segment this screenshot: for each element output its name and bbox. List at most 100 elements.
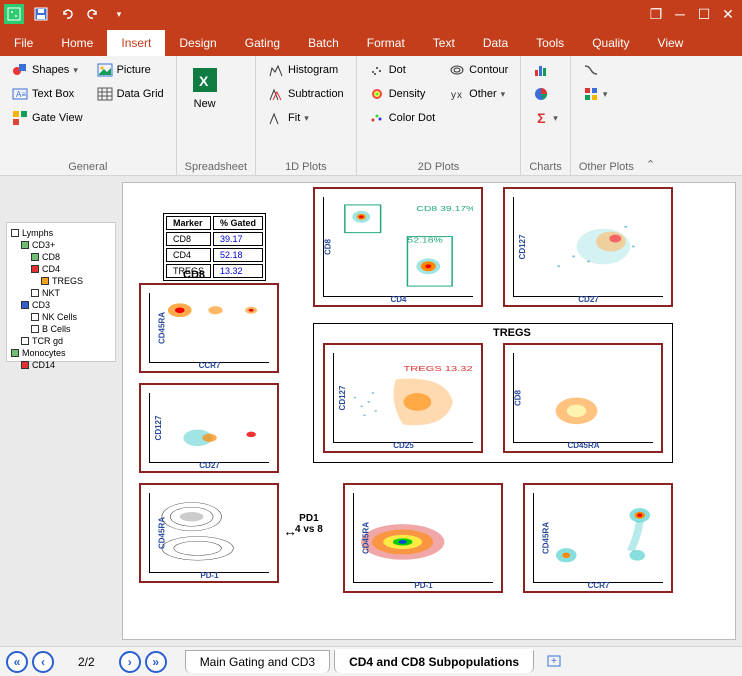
workspace: LymphsCD3+CD8CD4TREGSNKTCD3NK CellsB Cel… [0, 176, 742, 646]
grid-plot-button[interactable]: ▾ [579, 84, 612, 104]
datagrid-icon [97, 86, 113, 102]
add-tab-icon: + [546, 652, 562, 668]
plot-cd45ra-cd8[interactable]: CD8 CD45RA [503, 343, 663, 453]
grid-icon [583, 86, 599, 102]
add-layout-button[interactable]: + [538, 650, 570, 673]
tree-item-label: Monocytes [22, 347, 66, 359]
fit-icon [268, 110, 284, 126]
ribbon-collapse-icon[interactable]: ⌃ [642, 154, 659, 175]
bar-chart-button[interactable] [529, 60, 562, 80]
tab-home[interactable]: Home [47, 30, 107, 56]
axis-x: CCR7 [588, 581, 610, 590]
textbox-button[interactable]: A≡ Text Box [8, 84, 87, 104]
fit-button[interactable]: Fit ▾ [264, 108, 348, 128]
tree-item[interactable]: NK Cells [11, 311, 111, 323]
colordot-button[interactable]: Color Dot [365, 108, 439, 128]
pie-chart-icon [533, 86, 549, 102]
layout-tab-1[interactable]: Main Gating and CD3 [185, 650, 330, 673]
tree-color-icon [21, 361, 29, 369]
heading-cd8: CD8 [183, 269, 205, 281]
nav-next-button[interactable]: › [119, 651, 141, 673]
other-2d-button[interactable]: yx Other ▾ [445, 84, 512, 104]
dot-button[interactable]: Dot [365, 60, 439, 80]
tab-file[interactable]: File [0, 30, 47, 56]
tab-data[interactable]: Data [469, 30, 522, 56]
plot-ccr7-cd45ra-1[interactable]: CD45RA CCR7 [139, 283, 279, 373]
tree-item[interactable]: CD3 [11, 299, 111, 311]
tree-item[interactable]: Monocytes [11, 347, 111, 359]
axis-x: CCR7 [199, 361, 221, 370]
tree-item-label: NKT [42, 287, 60, 299]
tab-batch[interactable]: Batch [294, 30, 353, 56]
tree-item[interactable]: B Cells [11, 323, 111, 335]
plot-pd1-cd45ra-density[interactable]: CD45RA PD-1 [343, 483, 503, 593]
undo-icon[interactable] [58, 5, 76, 23]
cell: CD8 [166, 232, 211, 246]
plot-ccr7-cd45ra-2[interactable]: CD45RA CCR7 [523, 483, 673, 593]
tab-tools[interactable]: Tools [522, 30, 578, 56]
qat-dropdown-icon[interactable]: ▾ [110, 5, 128, 23]
ribbon-display-icon[interactable]: ❐ [646, 4, 666, 24]
page-indicator: 2/2 [58, 655, 115, 669]
nav-first-button[interactable]: « [6, 651, 28, 673]
new-spreadsheet-button[interactable]: X New [185, 60, 225, 114]
tab-gating[interactable]: Gating [231, 30, 294, 56]
minimize-button[interactable]: ─ [670, 4, 690, 24]
excel-icon: X [189, 64, 221, 96]
tree-item-label: CD14 [32, 359, 55, 371]
tab-insert[interactable]: Insert [107, 30, 165, 56]
ribbon-group-label: 2D Plots [365, 159, 513, 173]
cell: 52.18 [213, 248, 263, 262]
sigma-button[interactable]: Σ▾ [529, 108, 562, 128]
nav-last-button[interactable]: » [145, 651, 167, 673]
gate-tree-panel[interactable]: LymphsCD3+CD8CD4TREGSNKTCD3NK CellsB Cel… [6, 222, 116, 362]
tab-view[interactable]: View [644, 30, 698, 56]
contour-button[interactable]: Contour [445, 60, 512, 80]
th-gated: % Gated [213, 216, 263, 230]
tree-item[interactable]: Lymphs [11, 227, 111, 239]
tree-item[interactable]: CD3+ [11, 239, 111, 251]
close-button[interactable]: ✕ [718, 4, 738, 24]
density-icon [369, 86, 385, 102]
plot-cd27-cd127-2[interactable]: CD127 CD27 [139, 383, 279, 473]
colordot-icon [369, 110, 385, 126]
tree-item[interactable]: CD8 [11, 251, 111, 263]
ribbon-group-otherplots: ▾ Other Plots [571, 56, 642, 175]
svg-text:x: x [457, 90, 462, 101]
decay-plot-button[interactable] [579, 60, 612, 80]
tree-item[interactable]: CD4 [11, 263, 111, 275]
tree-item[interactable]: CD14 [11, 359, 111, 371]
report-canvas[interactable]: Marker% Gated CD839.17 CD452.18 TREGS13.… [122, 182, 736, 640]
nav-prev-button[interactable]: ‹ [32, 651, 54, 673]
tab-design[interactable]: Design [165, 30, 230, 56]
layout-tab-2[interactable]: CD4 and CD8 Subpopulations [334, 649, 534, 673]
tree-item[interactable]: TREGS [11, 275, 111, 287]
tree-item[interactable]: TCR gd [11, 335, 111, 347]
plot-cd4-cd8[interactable]: CD8 39.17% 52.18% CD8 CD4 [313, 187, 483, 307]
pie-chart-button[interactable] [529, 84, 562, 104]
app-logo-icon [4, 4, 24, 24]
tree-item[interactable]: NKT [11, 287, 111, 299]
histogram-label: Histogram [288, 64, 338, 76]
fit-label: Fit [288, 112, 300, 124]
tab-quality[interactable]: Quality [578, 30, 643, 56]
shapes-button[interactable]: Shapes ▾ [8, 60, 87, 80]
shapes-label: Shapes [32, 64, 69, 76]
datagrid-label: Data Grid [117, 88, 164, 100]
plot-pd1-cd45ra-contour[interactable]: CD45RA PD-1 [139, 483, 279, 583]
subtraction-button[interactable]: Subtraction [264, 84, 348, 104]
tab-format[interactable]: Format [353, 30, 419, 56]
plot-cd25-cd127[interactable]: TREGS 13.32% CD127 CD25 [323, 343, 483, 453]
gateview-button[interactable]: Gate View [8, 108, 87, 128]
density-label: Density [389, 88, 426, 100]
save-icon[interactable] [32, 5, 50, 23]
tab-text[interactable]: Text [419, 30, 469, 56]
tree-item-label: CD4 [42, 263, 60, 275]
maximize-button[interactable]: ☐ [694, 4, 714, 24]
plot-cd27-cd127[interactable]: CD127 CD27 [503, 187, 673, 307]
picture-button[interactable]: Picture [93, 60, 168, 80]
redo-icon[interactable] [84, 5, 102, 23]
density-button[interactable]: Density [365, 84, 439, 104]
datagrid-button[interactable]: Data Grid [93, 84, 168, 104]
histogram-button[interactable]: Histogram [264, 60, 348, 80]
